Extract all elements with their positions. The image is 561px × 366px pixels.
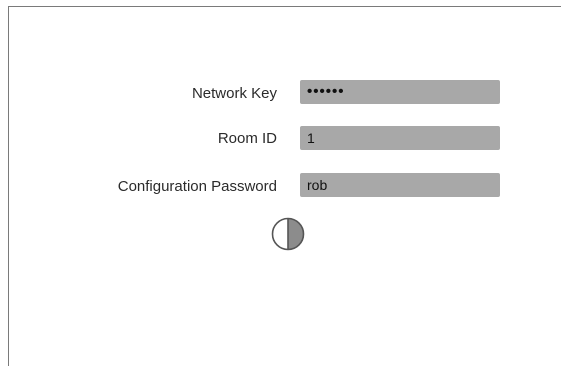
room-id-field[interactable]: 1 <box>300 126 500 150</box>
room-id-label: Room ID <box>217 130 277 147</box>
half-circle-contrast-icon <box>271 217 305 251</box>
half-circle-toggle-button[interactable] <box>271 217 305 251</box>
network-key-label: Network Key <box>191 85 277 102</box>
network-key-field[interactable]: •••••• <box>300 80 500 104</box>
settings-panel: Network Key •••••• Room ID 1 Configurati… <box>8 6 561 366</box>
configuration-password-label: Configuration Password <box>117 178 277 195</box>
configuration-password-field[interactable]: rob <box>300 173 500 197</box>
